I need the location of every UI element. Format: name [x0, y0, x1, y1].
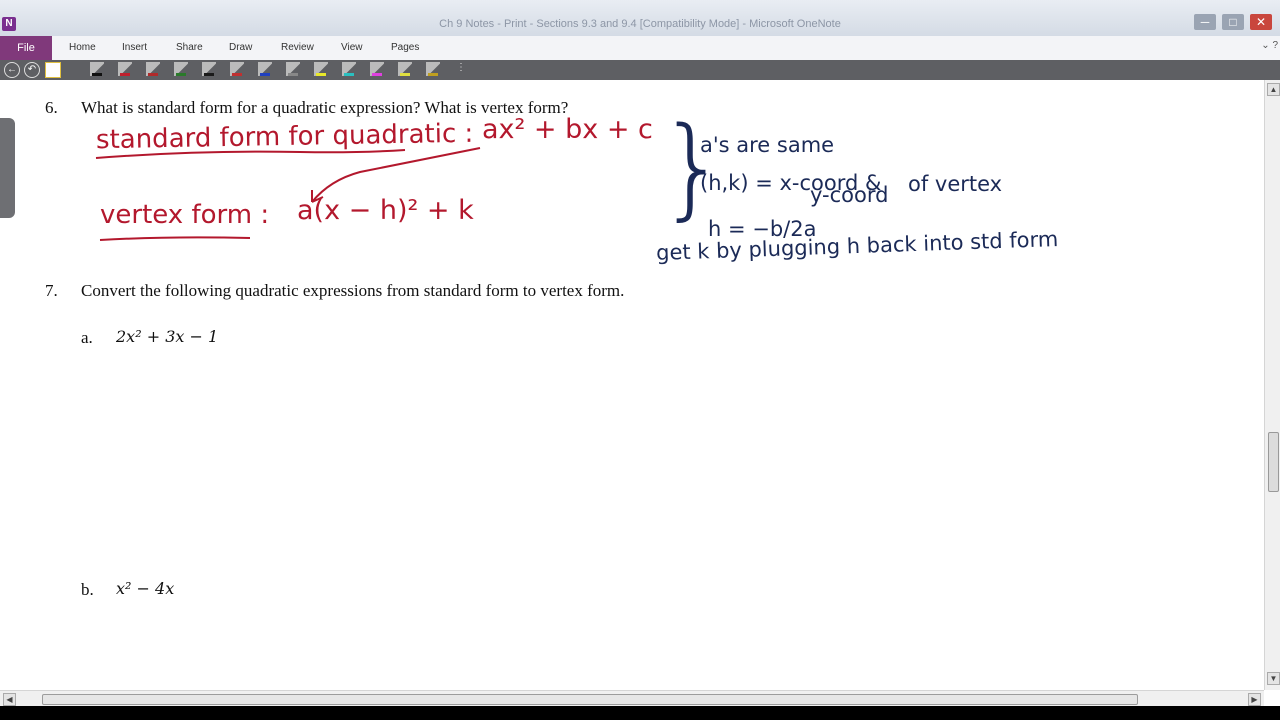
ink-note-same-a[interactable]: a's are same [700, 133, 834, 157]
horizontal-scroll-thumb[interactable] [42, 694, 1138, 705]
vertical-scrollbar[interactable]: ▲ ▼ [1264, 80, 1280, 690]
bottom-bar [0, 706, 1280, 720]
scroll-left-arrow-icon[interactable]: ◀ [3, 693, 16, 706]
scroll-down-arrow-icon[interactable]: ▼ [1267, 672, 1280, 685]
ink-vertex-underline [99, 236, 251, 241]
horizontal-scrollbar[interactable]: ◀ ▶ [0, 690, 1264, 707]
scroll-up-arrow-icon[interactable]: ▲ [1267, 83, 1280, 96]
ink-brace[interactable]: } [658, 112, 728, 222]
ink-arrow-line [311, 147, 481, 203]
ink-standard-underline [95, 149, 406, 159]
ink-strokes [95, 147, 481, 241]
ink-note-vertex[interactable]: of vertex [908, 172, 1002, 196]
vertical-scroll-thumb[interactable] [1268, 432, 1279, 492]
ink-note-ycoord[interactable]: y-coord [810, 183, 888, 207]
scroll-right-arrow-icon[interactable]: ▶ [1248, 693, 1261, 706]
